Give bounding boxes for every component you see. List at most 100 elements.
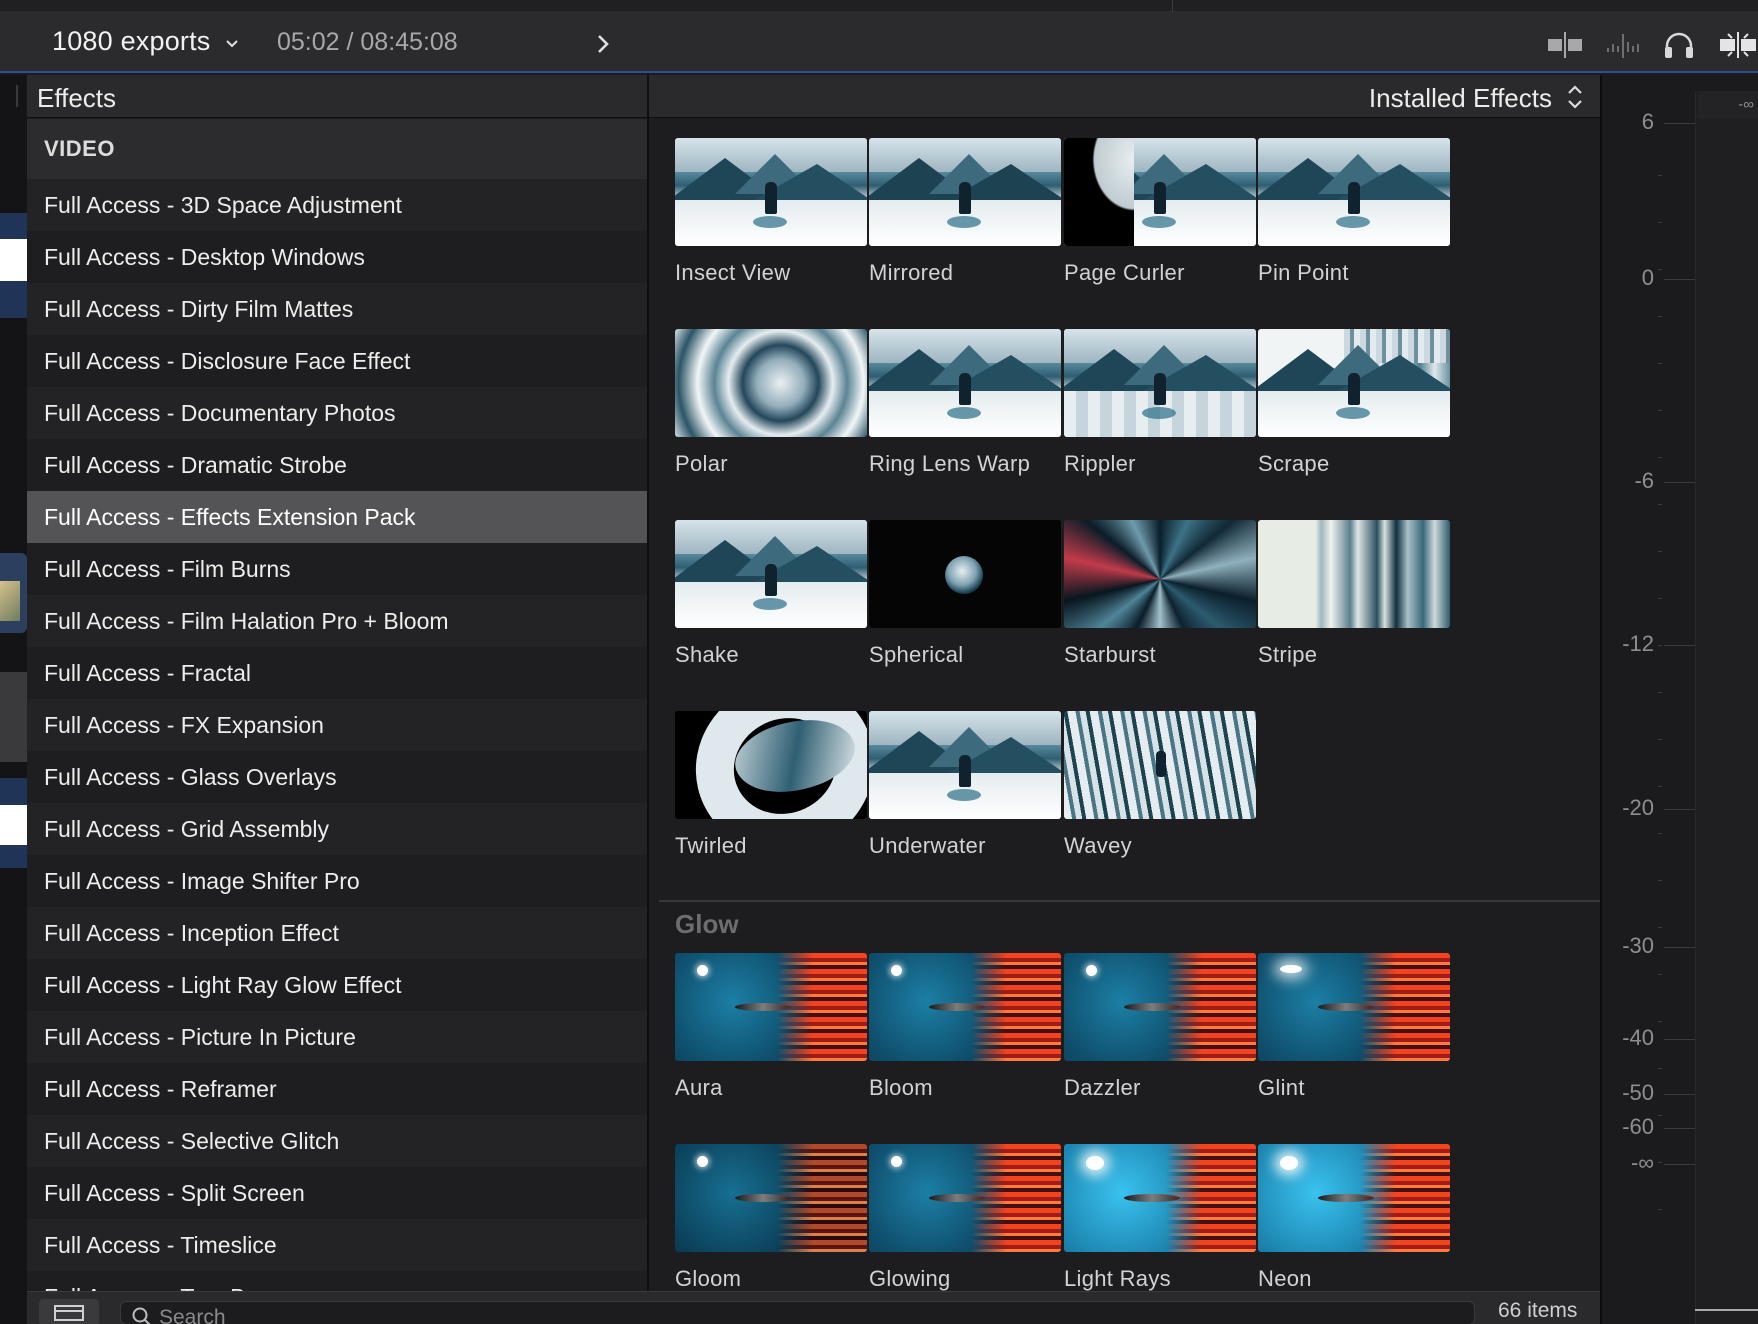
category-item[interactable]: Full Access - Image Shifter Pro	[27, 855, 648, 907]
effect-tile-pin-point[interactable]: Pin Point	[1258, 138, 1452, 286]
meter-tick	[1664, 1164, 1695, 1165]
sidebar-toggle-button[interactable]	[39, 1299, 99, 1324]
effect-tile-underwater[interactable]: Underwater	[869, 711, 1063, 859]
effect-tile-neon[interactable]: Neon	[1258, 1144, 1452, 1291]
effect-tile-wavey[interactable]: Wavey	[1064, 711, 1258, 859]
meter-minor-tick	[1658, 410, 1662, 411]
meter-tick	[1664, 123, 1695, 124]
effect-tile-spherical[interactable]: Spherical	[869, 520, 1063, 668]
meter-scale-label: -∞	[1630, 1150, 1654, 1175]
effect-label: Mirrored	[869, 260, 954, 285]
chevron-right-icon[interactable]	[594, 32, 612, 56]
effect-label: Bloom	[869, 1075, 933, 1100]
snapping-icon[interactable]	[1718, 30, 1758, 60]
category-item[interactable]: Full Access - Dirty Film Mattes	[27, 283, 648, 335]
effect-tile-polar[interactable]: Polar	[675, 329, 869, 477]
meter-minor-tick	[1658, 739, 1662, 740]
meter-minor-tick	[1658, 645, 1662, 646]
category-item[interactable]: Full Access - 3D Space Adjustment	[27, 179, 648, 231]
effect-label: Wavey	[1064, 833, 1132, 858]
effect-tile-mirrored[interactable]: Mirrored	[869, 138, 1063, 286]
effect-thumbnail	[869, 953, 1061, 1061]
installed-effects-header: Installed Effects	[649, 75, 1600, 118]
view-options-icon[interactable]	[1546, 30, 1584, 60]
category-item[interactable]: Full Access - Documentary Photos	[27, 387, 648, 439]
meter-minor-tick	[1658, 786, 1662, 787]
glow-section-title: Glow	[675, 909, 739, 939]
effect-label: Starburst	[1064, 642, 1156, 667]
meter-minor-tick	[1658, 457, 1662, 458]
effect-thumbnail	[675, 520, 867, 628]
meter-scale-label: 0	[1641, 265, 1654, 290]
effect-tile-scrape[interactable]: Scrape	[1258, 329, 1452, 477]
effect-tile-insect-view[interactable]: Insect View	[675, 138, 869, 286]
category-section-video[interactable]: VIDEO	[27, 119, 648, 179]
effect-tile-gloom[interactable]: Gloom	[675, 1144, 869, 1291]
audio-meter: -∞ 6 0 -6 -12 -20 -30 -40 -50 -60 -∞	[1600, 75, 1758, 1324]
category-item[interactable]: Full Access - Film Burns	[27, 543, 648, 595]
category-item[interactable]: Full Access - Timeslice	[27, 1219, 648, 1271]
category-item[interactable]: Full Access - Picture In Picture	[27, 1011, 648, 1063]
category-item[interactable]: Full Access - Disclosure Face Effect	[27, 335, 648, 387]
category-item[interactable]: Full Access - Selective Glitch	[27, 1115, 648, 1167]
effect-label: Spherical	[869, 642, 964, 667]
meter-minor-tick	[1658, 1209, 1662, 1210]
search-input[interactable]	[159, 1304, 1459, 1324]
meter-scale-label: -20	[1622, 795, 1654, 820]
chevron-down-icon[interactable]	[226, 38, 238, 50]
category-item[interactable]: Full Access - Reframer	[27, 1063, 648, 1115]
effect-tile-bloom[interactable]: Bloom	[869, 953, 1063, 1101]
meter-scale-label: -12	[1622, 631, 1654, 656]
category-item[interactable]: Full Access - Fractal	[27, 647, 648, 699]
search-box[interactable]	[120, 1301, 1475, 1324]
meter-minor-tick	[1658, 974, 1662, 975]
meter-scale-label: 6	[1641, 109, 1654, 134]
meter-tick	[1664, 645, 1695, 646]
effect-tile-shake[interactable]: Shake	[675, 520, 869, 668]
timecode: 05:02 / 08:45:08	[277, 28, 458, 56]
category-item[interactable]: Full Access - Desktop Windows	[27, 231, 648, 283]
timeline-header: 1080 exports 05:02 / 08:45:08	[0, 12, 1758, 73]
headphones-icon[interactable]	[1662, 30, 1696, 60]
meter-bar	[1695, 91, 1758, 1324]
category-item[interactable]: Full Access - Effects Extension Pack	[27, 491, 648, 543]
category-item[interactable]: Full Access - Light Ray Glow Effect	[27, 959, 648, 1011]
sidebar-toggle-icon	[54, 1305, 84, 1321]
effect-tile-stripe[interactable]: Stripe	[1258, 520, 1452, 668]
effect-tile-glowing[interactable]: Glowing	[869, 1144, 1063, 1291]
audio-skimming-icon[interactable]	[1604, 30, 1642, 60]
category-item[interactable]: Full Access - FX Expansion	[27, 699, 648, 751]
effect-thumbnail	[675, 1144, 867, 1252]
effect-label: Stripe	[1258, 642, 1318, 667]
effect-thumbnail	[1064, 953, 1256, 1061]
effect-tile-ring-lens-warp[interactable]: Ring Lens Warp	[869, 329, 1063, 477]
effect-thumbnail	[675, 138, 867, 246]
effects-panel-header: Effects	[27, 75, 648, 118]
category-item[interactable]: Full Access - Split Screen	[27, 1167, 648, 1219]
meter-minor-tick	[1658, 316, 1662, 317]
project-title[interactable]: 1080 exports	[52, 26, 211, 57]
category-item[interactable]: Full Access - Film Halation Pro + Bloom	[27, 595, 648, 647]
category-item[interactable]: Full Access - Tom Bar...	[27, 1271, 648, 1291]
items-count: 66 items	[1498, 1299, 1578, 1322]
meter-floor-line	[1695, 1309, 1758, 1311]
effect-tile-glint[interactable]: Glint	[1258, 953, 1452, 1101]
effect-tile-page-curler[interactable]: Page Curler	[1064, 138, 1258, 286]
category-item[interactable]: Full Access - Glass Overlays	[27, 751, 648, 803]
meter-minor-tick	[1658, 551, 1662, 552]
category-item[interactable]: Full Access - Grid Assembly	[27, 803, 648, 855]
up-down-arrows-icon[interactable]	[1566, 82, 1584, 112]
effect-tile-twirled[interactable]: Twirled	[675, 711, 869, 859]
effect-tile-rippler[interactable]: Rippler	[1064, 329, 1258, 477]
effect-label: Light Rays	[1064, 1266, 1171, 1291]
effect-tile-starburst[interactable]: Starburst	[1064, 520, 1258, 668]
category-item[interactable]: Full Access - Inception Effect	[27, 907, 648, 959]
installed-effects-popup[interactable]: Installed Effects	[1369, 83, 1552, 114]
category-item[interactable]: Full Access - Dramatic Strobe	[27, 439, 648, 491]
effect-tile-aura[interactable]: Aura	[675, 953, 869, 1101]
effect-label: Glint	[1258, 1075, 1305, 1100]
effect-thumbnail	[1064, 711, 1256, 819]
effect-tile-light-rays[interactable]: Light Rays	[1064, 1144, 1258, 1291]
meter-minor-tick	[1658, 880, 1662, 881]
effect-tile-dazzler[interactable]: Dazzler	[1064, 953, 1258, 1101]
